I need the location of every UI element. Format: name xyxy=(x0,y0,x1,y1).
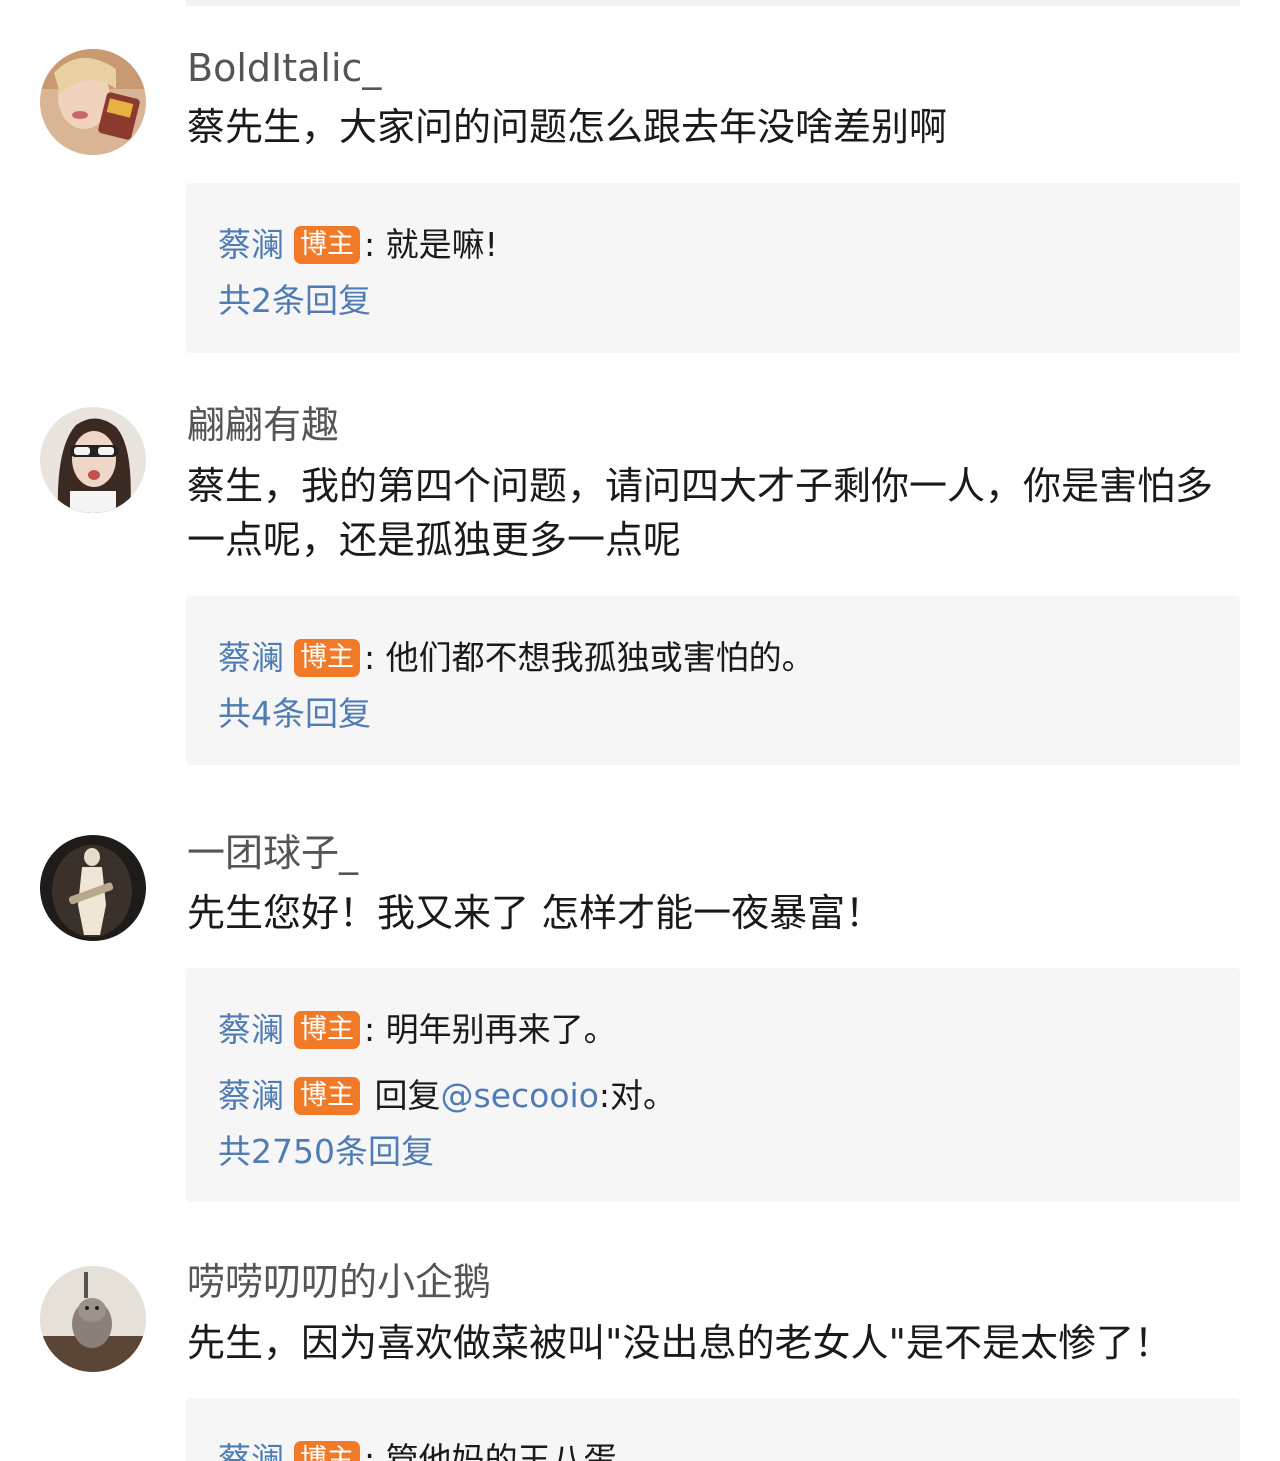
reply-text: 管他妈的王八蛋 xyxy=(385,1440,617,1461)
reply-author[interactable]: 蔡澜 xyxy=(218,225,284,264)
reply-text: :对。 xyxy=(598,1076,677,1115)
reply-author[interactable]: 蔡澜 xyxy=(218,1440,284,1461)
username[interactable]: 唠唠叨叨的小企鹅 xyxy=(187,1259,491,1305)
username[interactable]: BoldItalic_ xyxy=(187,45,381,91)
reply-line: 蔡澜 博主: 他们都不想我孤独或害怕的。 xyxy=(218,636,815,680)
reply-count-link[interactable]: 共2条回复 xyxy=(218,279,371,323)
divider xyxy=(186,0,1240,6)
avatar[interactable] xyxy=(40,49,146,155)
reply-line: 蔡澜 博主: 就是嘛! xyxy=(218,223,498,267)
reply-prefix: : xyxy=(364,225,386,264)
reply-box[interactable]: 蔡澜 博主: 明年别再来了。 蔡澜 博主 回复@secooio:对。 共2750条回… xyxy=(186,968,1240,1202)
reply-line: 蔡澜 博主 回复@secooio:对。 xyxy=(218,1074,676,1118)
reply-prefix: : xyxy=(364,1010,386,1049)
reply-line: 蔡澜 博主: 明年别再来了。 xyxy=(218,1008,617,1052)
avatar[interactable] xyxy=(40,1266,146,1372)
avatar-image xyxy=(40,407,146,513)
blogger-badge: 博主 xyxy=(294,1011,360,1049)
reply-prefix: 回复 xyxy=(364,1076,441,1115)
comment-text: 先生您好！我又来了 怎样才能一夜暴富！ xyxy=(187,891,884,935)
reply-box[interactable]: 蔡澜 博主: 他们都不想我孤独或害怕的。 共4条回复 xyxy=(186,596,1240,765)
reply-box[interactable]: 蔡澜 博主: 就是嘛! 共2条回复 xyxy=(186,183,1240,353)
reply-author[interactable]: 蔡澜 xyxy=(218,1076,284,1115)
avatar[interactable] xyxy=(40,835,146,941)
blogger-badge: 博主 xyxy=(294,639,360,677)
comment-text: 蔡生，我的第四个问题，请问四大才子剩你一人，你是害怕多一点呢，还是孤独更多一点呢 xyxy=(187,464,1214,562)
avatar-image xyxy=(40,1266,146,1372)
reply-count-link[interactable]: 共2750条回复 xyxy=(218,1130,434,1174)
blogger-badge: 博主 xyxy=(294,226,360,264)
reply-author[interactable]: 蔡澜 xyxy=(218,638,284,677)
avatar-image xyxy=(40,835,146,941)
reply-text: 就是嘛! xyxy=(385,225,498,264)
avatar-image xyxy=(40,49,146,155)
reply-count-link[interactable]: 共4条回复 xyxy=(218,692,371,736)
comment-list-page: BoldItalic_ 蔡先生，大家问的问题怎么跟去年没啥差别啊 蔡澜 博主: 就… xyxy=(0,0,1280,1461)
reply-text: 他们都不想我孤独或害怕的。 xyxy=(385,638,815,677)
mention-link[interactable]: @secooio xyxy=(441,1076,599,1115)
reply-line: 蔡澜 博主: 管他妈的王八蛋 xyxy=(218,1438,617,1461)
username[interactable]: 一团球子_ xyxy=(187,830,358,876)
blogger-badge: 博主 xyxy=(294,1441,360,1461)
username[interactable]: 翩翩有趣 xyxy=(187,402,339,448)
reply-author[interactable]: 蔡澜 xyxy=(218,1010,284,1049)
avatar[interactable] xyxy=(40,407,146,513)
reply-box[interactable]: 蔡澜 博主: 管他妈的王八蛋 xyxy=(186,1398,1240,1461)
comment-text: 先生，因为喜欢做菜被叫"没出息的老女人"是不是太惨了！ xyxy=(187,1321,1172,1365)
blogger-badge: 博主 xyxy=(294,1077,360,1115)
reply-text: 明年别再来了。 xyxy=(385,1010,617,1049)
comment-text: 蔡先生，大家问的问题怎么跟去年没啥差别啊 xyxy=(187,105,948,149)
reply-prefix: : xyxy=(364,638,386,677)
reply-prefix: : xyxy=(364,1440,386,1461)
